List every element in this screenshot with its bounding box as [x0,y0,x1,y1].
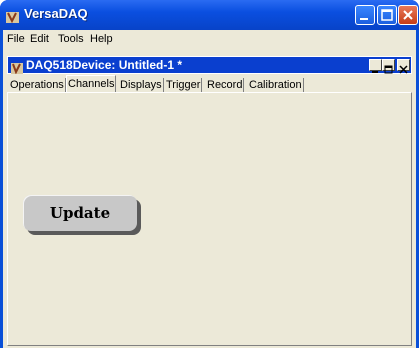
tab-trigger[interactable]: Trigger [165,78,203,92]
tab-displays[interactable]: Displays [119,78,164,92]
mdi-client: DAQ518Device: Untitled-1 * Operations Ch… [3,48,416,348]
app-logo-icon [6,8,19,24]
document-icon [11,59,23,75]
title-bar[interactable]: VersaDAQ [0,0,419,30]
document-title-bar[interactable]: DAQ518Device: Untitled-1 * [7,56,412,75]
tab-record[interactable]: Record [206,78,245,92]
tab-calibration[interactable]: Calibration [248,78,304,92]
document-minimize-button[interactable] [369,59,382,73]
document-title: DAQ518Device: Untitled-1 * [26,58,183,72]
app-title: VersaDAQ [24,6,88,21]
menu-tools[interactable]: Tools [58,33,84,45]
menu-bar: File Edit Tools Help [3,30,416,48]
app-window: VersaDAQ File Edit Tools Help DAQ518Devi… [0,0,419,348]
document-close-button[interactable] [397,59,410,74]
close-button[interactable] [398,5,418,25]
update-button-label: Update [49,204,111,222]
menu-file[interactable]: File [7,33,25,45]
tab-strip: Operations Channels Displays Trigger Rec… [7,75,412,93]
menu-edit[interactable]: Edit [30,33,49,45]
tab-channels[interactable]: Channels [66,75,117,93]
document-maximize-button[interactable] [382,59,395,74]
maximize-button[interactable] [377,5,397,25]
minimize-button[interactable] [355,5,375,25]
menu-help[interactable]: Help [90,33,113,45]
update-button[interactable]: Update [23,195,137,231]
tab-operations[interactable]: Operations [9,78,66,92]
